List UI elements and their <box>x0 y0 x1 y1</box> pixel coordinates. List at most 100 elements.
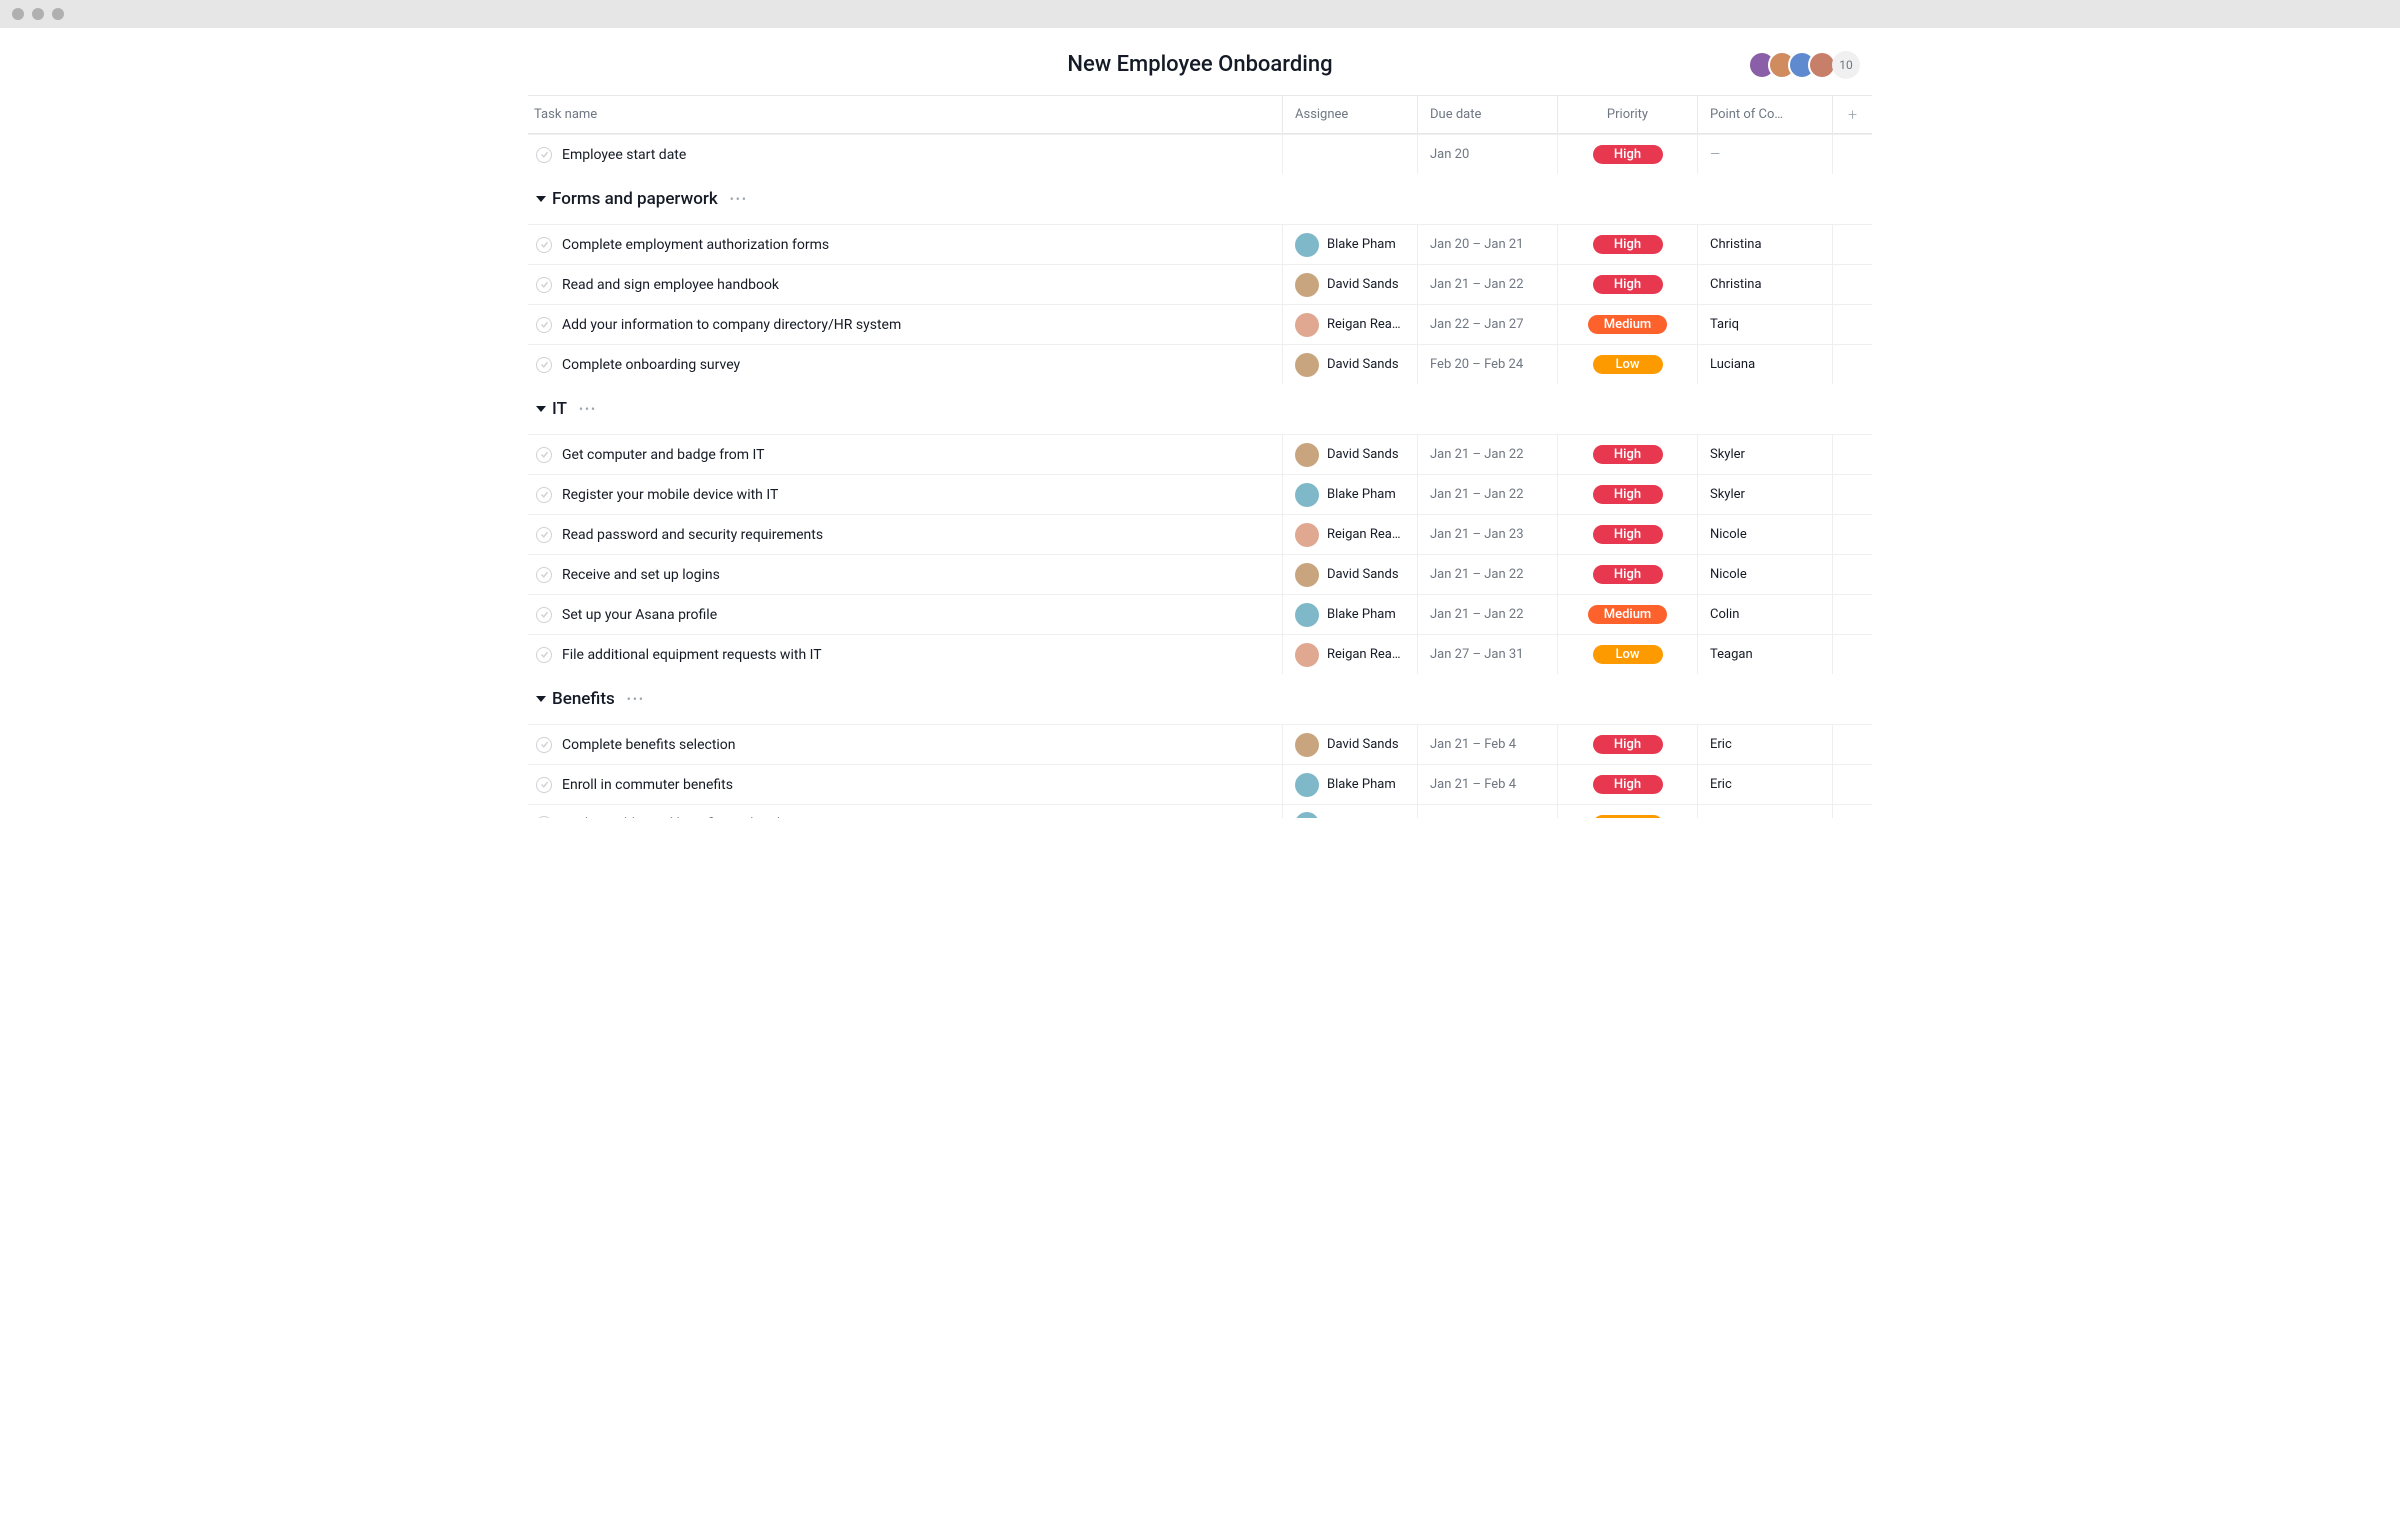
complete-task-checkbox[interactable] <box>536 317 552 333</box>
task-priority-cell[interactable]: Medium <box>1557 595 1697 634</box>
task-assignee-cell[interactable] <box>1282 135 1417 174</box>
section-menu-icon[interactable]: ••• <box>730 192 748 206</box>
task-poc-cell[interactable]: — <box>1697 135 1832 174</box>
task-assignee-cell[interactable]: Blake Pham <box>1282 225 1417 264</box>
task-due-cell[interactable]: Jan 20 <box>1417 135 1557 174</box>
task-assignee-cell[interactable]: David Sands <box>1282 555 1417 594</box>
task-assignee-cell[interactable]: Reigan Rea… <box>1282 515 1417 554</box>
complete-task-checkbox[interactable] <box>536 447 552 463</box>
task-poc-cell[interactable]: Luciana <box>1697 345 1832 384</box>
task-poc-cell[interactable]: Christina <box>1697 225 1832 264</box>
task-assignee-cell[interactable]: Blake Pham <box>1282 595 1417 634</box>
task-row[interactable]: Complete onboarding surveyDavid SandsFeb… <box>528 344 1872 384</box>
task-due-cell[interactable]: Jan 20 – Jan 21 <box>1417 225 1557 264</box>
task-due-cell[interactable]: Jan 21 – Jan 23 <box>1417 515 1557 554</box>
task-poc-cell[interactable]: Eric <box>1697 725 1832 764</box>
complete-task-checkbox[interactable] <box>536 567 552 583</box>
task-row[interactable]: Complete benefits selectionDavid SandsJa… <box>528 724 1872 764</box>
task-poc-cell[interactable]: Nicole <box>1697 515 1832 554</box>
section-menu-icon[interactable]: ••• <box>627 692 645 706</box>
close-window-button[interactable] <box>12 8 24 20</box>
complete-task-checkbox[interactable] <box>536 147 552 163</box>
priority-pill[interactable]: Low <box>1593 645 1663 664</box>
task-assignee-cell[interactable]: Reigan Rea… <box>1282 635 1417 674</box>
task-due-cell[interactable]: Jan 27 – Feb 14 <box>1417 805 1557 818</box>
task-priority-cell[interactable]: High <box>1557 135 1697 174</box>
task-due-cell[interactable]: Jan 27 – Jan 31 <box>1417 635 1557 674</box>
task-row[interactable]: Receive and set up loginsDavid SandsJan … <box>528 554 1872 594</box>
task-due-cell[interactable]: Jan 21 – Jan 22 <box>1417 435 1557 474</box>
task-assignee-cell[interactable]: David Sands <box>1282 345 1417 384</box>
task-row[interactable]: Read password and security requirementsR… <box>528 514 1872 554</box>
section-header[interactable]: IT••• <box>528 384 1872 434</box>
complete-task-checkbox[interactable] <box>536 647 552 663</box>
caret-down-icon[interactable] <box>536 196 546 202</box>
task-assignee-cell[interactable]: David Sands <box>1282 725 1417 764</box>
column-assignee[interactable]: Assignee <box>1282 96 1417 133</box>
task-assignee-cell[interactable]: David Sands <box>1282 265 1417 304</box>
task-priority-cell[interactable]: High <box>1557 435 1697 474</box>
task-assignee-cell[interactable]: Reigan Rea… <box>1282 305 1417 344</box>
complete-task-checkbox[interactable] <box>536 527 552 543</box>
complete-task-checkbox[interactable] <box>536 737 552 753</box>
task-poc-cell[interactable]: Colin <box>1697 595 1832 634</box>
task-poc-cell[interactable]: Skyler <box>1697 475 1832 514</box>
priority-pill[interactable]: High <box>1593 485 1663 504</box>
priority-pill[interactable]: High <box>1593 275 1663 294</box>
task-assignee-cell[interactable]: Blake Pham <box>1282 765 1417 804</box>
task-poc-cell[interactable]: Nicole <box>1697 555 1832 594</box>
project-members[interactable]: 10 <box>1756 51 1860 79</box>
column-task-name[interactable]: Task name <box>528 107 1282 122</box>
task-poc-cell[interactable]: Christina <box>1697 265 1832 304</box>
priority-pill[interactable]: Low <box>1593 355 1663 374</box>
priority-pill[interactable]: Medium <box>1588 315 1668 334</box>
column-point-of-contact[interactable]: Point of Co… <box>1697 96 1832 133</box>
task-assignee-cell[interactable]: Blake Pham <box>1282 805 1417 818</box>
priority-pill[interactable]: Low <box>1593 815 1663 819</box>
task-priority-cell[interactable]: High <box>1557 555 1697 594</box>
task-row[interactable]: Complete employment authorization formsB… <box>528 224 1872 264</box>
priority-pill[interactable]: High <box>1593 565 1663 584</box>
task-row[interactable]: Enroll in commuter benefitsBlake PhamJan… <box>528 764 1872 804</box>
task-due-cell[interactable]: Jan 21 – Jan 22 <box>1417 555 1557 594</box>
caret-down-icon[interactable] <box>536 696 546 702</box>
complete-task-checkbox[interactable] <box>536 277 552 293</box>
complete-task-checkbox[interactable] <box>536 607 552 623</box>
task-poc-cell[interactable]: Christina <box>1697 805 1832 818</box>
task-priority-cell[interactable]: High <box>1557 765 1697 804</box>
task-priority-cell[interactable]: High <box>1557 725 1697 764</box>
task-priority-cell[interactable]: High <box>1557 265 1697 304</box>
task-row[interactable]: Employee start dateJan 20High— <box>528 134 1872 174</box>
priority-pill[interactable]: High <box>1593 775 1663 794</box>
priority-pill[interactable]: High <box>1593 525 1663 544</box>
minimize-window-button[interactable] <box>32 8 44 20</box>
section-header[interactable]: Benefits••• <box>528 674 1872 724</box>
section-menu-icon[interactable]: ••• <box>579 402 597 416</box>
task-priority-cell[interactable]: Low <box>1557 635 1697 674</box>
caret-down-icon[interactable] <box>536 406 546 412</box>
priority-pill[interactable]: Medium <box>1588 605 1668 624</box>
complete-task-checkbox[interactable] <box>536 816 552 818</box>
task-due-cell[interactable]: Feb 20 – Feb 24 <box>1417 345 1557 384</box>
task-assignee-cell[interactable]: David Sands <box>1282 435 1417 474</box>
priority-pill[interactable]: High <box>1593 145 1663 164</box>
task-row[interactable]: File additional equipment requests with … <box>528 634 1872 674</box>
priority-pill[interactable]: High <box>1593 445 1663 464</box>
complete-task-checkbox[interactable] <box>536 777 552 793</box>
task-poc-cell[interactable]: Tariq <box>1697 305 1832 344</box>
column-due-date[interactable]: Due date <box>1417 96 1557 133</box>
task-row[interactable]: Get computer and badge from ITDavid Sand… <box>528 434 1872 474</box>
priority-pill[interactable]: High <box>1593 735 1663 754</box>
task-row[interactable]: Register your mobile device with ITBlake… <box>528 474 1872 514</box>
task-poc-cell[interactable]: Skyler <box>1697 435 1832 474</box>
complete-task-checkbox[interactable] <box>536 487 552 503</box>
priority-pill[interactable]: High <box>1593 235 1663 254</box>
column-priority[interactable]: Priority <box>1557 96 1697 133</box>
maximize-window-button[interactable] <box>52 8 64 20</box>
task-due-cell[interactable]: Jan 21 – Feb 4 <box>1417 765 1557 804</box>
task-priority-cell[interactable]: High <box>1557 475 1697 514</box>
task-row[interactable]: Read and sign employee handbookDavid San… <box>528 264 1872 304</box>
task-row[interactable]: Set up your Asana profileBlake PhamJan 2… <box>528 594 1872 634</box>
task-priority-cell[interactable]: Low <box>1557 345 1697 384</box>
task-row[interactable]: Explore additional benefits and perksBla… <box>528 804 1872 818</box>
